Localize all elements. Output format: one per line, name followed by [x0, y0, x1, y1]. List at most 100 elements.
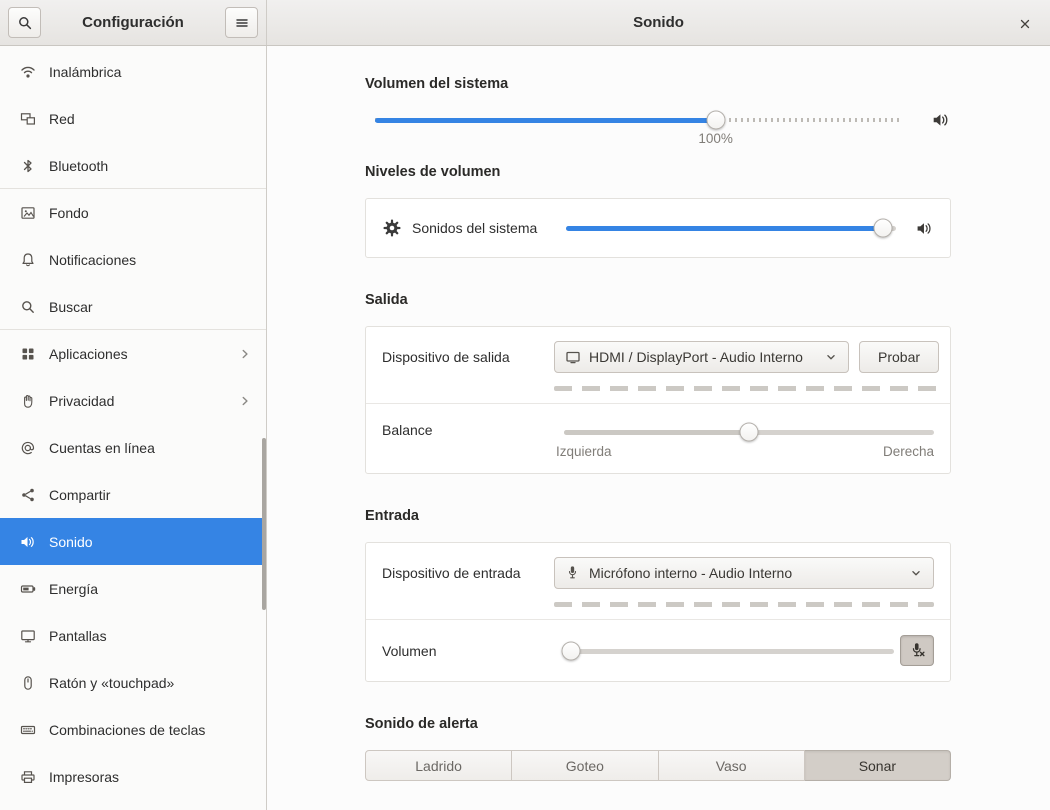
volume-level-label: Sonidos del sistema	[412, 220, 556, 236]
alert-option-vaso[interactable]: Vaso	[659, 750, 805, 781]
sidebar-headerbar: Configuración	[0, 0, 267, 45]
close-button[interactable]	[1012, 11, 1038, 37]
system-volume-section: Volumen del sistema 100%	[365, 76, 951, 130]
input-device-value: Micrófono interno - Audio Interno	[589, 565, 901, 581]
input-device-dropdown[interactable]: Micrófono interno - Audio Interno	[554, 557, 934, 589]
settings-window: Configuración Sonido Inalámbri	[0, 0, 1050, 810]
apps-grid-icon	[20, 346, 36, 362]
sidebar-item-buscar[interactable]: Buscar	[0, 283, 266, 330]
sidebar-item-energia[interactable]: Energía	[0, 565, 266, 612]
network-icon	[20, 111, 36, 127]
system-volume-mute-button[interactable]	[931, 110, 951, 130]
input-level-meter	[554, 602, 934, 607]
sidebar-item-label: Red	[49, 111, 254, 127]
hand-privacy-icon	[20, 393, 36, 409]
balance-left-label: Izquierda	[556, 444, 612, 459]
balance-label: Balance	[382, 420, 554, 440]
wifi-icon	[20, 64, 36, 80]
search-button[interactable]	[8, 7, 41, 38]
system-sounds-slider[interactable]	[566, 218, 896, 238]
microphone-icon	[565, 565, 581, 581]
volume-levels-heading: Niveles de volumen	[365, 164, 951, 180]
balance-row: Balance Izquierda Derecha	[366, 403, 950, 473]
input-section: Entrada Dispositivo de entrada Micrófono…	[365, 508, 951, 682]
output-device-label: Dispositivo de salida	[382, 341, 554, 373]
alert-sound-section: Sonido de alerta Ladrido Goteo Vaso Sona…	[365, 716, 951, 781]
system-volume-heading: Volumen del sistema	[365, 76, 951, 92]
sidebar: Inalámbrica Red Bluetooth Fondo	[0, 46, 267, 810]
chevron-right-icon	[238, 393, 254, 409]
output-level-meter	[554, 386, 939, 391]
menu-button[interactable]	[225, 7, 258, 38]
sidebar-item-privacidad[interactable]: Privacidad	[0, 377, 266, 424]
slider-fill	[375, 118, 716, 123]
input-mute-button[interactable]	[900, 635, 934, 666]
alert-sound-heading: Sonido de alerta	[365, 716, 951, 732]
battery-icon	[20, 581, 36, 597]
sidebar-item-bluetooth[interactable]: Bluetooth	[0, 142, 266, 189]
at-symbol-icon	[20, 440, 36, 456]
sidebar-item-combinaciones-teclas[interactable]: Combinaciones de teclas	[0, 706, 266, 753]
sidebar-item-pantallas[interactable]: Pantallas	[0, 612, 266, 659]
speaker-icon	[20, 534, 36, 550]
system-sounds-mute-button[interactable]	[914, 218, 934, 238]
input-volume-row: Volumen	[366, 619, 950, 681]
chevron-right-icon	[238, 346, 254, 362]
sidebar-item-inalambrica[interactable]: Inalámbrica	[0, 48, 266, 95]
output-device-value: HDMI / DisplayPort - Audio Interno	[589, 349, 816, 365]
sidebar-item-label: Energía	[49, 581, 254, 597]
sidebar-item-label: Buscar	[49, 299, 254, 315]
slider-handle[interactable]	[873, 219, 892, 238]
alert-option-goteo[interactable]: Goteo	[512, 750, 658, 781]
slider-handle[interactable]	[740, 423, 759, 442]
input-device-row: Dispositivo de entrada Micrófono interno…	[366, 543, 950, 619]
test-speakers-button[interactable]: Probar	[859, 341, 939, 373]
output-device-dropdown[interactable]: HDMI / DisplayPort - Audio Interno	[554, 341, 849, 373]
slider-track	[564, 649, 894, 654]
sidebar-item-sonido[interactable]: Sonido	[0, 518, 266, 565]
titlebar: Configuración Sonido	[0, 0, 1050, 46]
slider-fill	[566, 226, 883, 231]
sidebar-item-label: Privacidad	[49, 393, 225, 409]
sidebar-item-label: Notificaciones	[49, 252, 254, 268]
sidebar-item-raton-touchpad[interactable]: Ratón y «touchpad»	[0, 659, 266, 706]
input-volume-slider[interactable]	[564, 641, 894, 661]
sidebar-item-cuentas-en-linea[interactable]: Cuentas en línea	[0, 424, 266, 471]
sidebar-item-label: Aplicaciones	[49, 346, 225, 362]
slider-handle[interactable]	[561, 641, 580, 660]
slider-fill	[564, 430, 749, 435]
sidebar-scrollbar[interactable]	[262, 438, 266, 610]
output-section: Salida Dispositivo de salida HDMI / Disp…	[365, 292, 951, 474]
bell-icon	[20, 252, 36, 268]
printer-icon	[20, 769, 36, 785]
microphone-muted-icon	[909, 642, 926, 659]
search-icon	[17, 15, 33, 31]
sidebar-item-aplicaciones[interactable]: Aplicaciones	[0, 330, 266, 377]
mouse-icon	[20, 675, 36, 691]
balance-slider[interactable]	[564, 422, 934, 442]
chevron-down-icon	[824, 350, 838, 364]
sidebar-item-label: Impresoras	[49, 769, 254, 785]
volume-levels-section: Niveles de volumen Sonidos del sistema	[365, 164, 951, 258]
sidebar-item-notificaciones[interactable]: Notificaciones	[0, 236, 266, 283]
alert-option-ladrido[interactable]: Ladrido	[365, 750, 512, 781]
system-volume-slider[interactable]: 100%	[375, 110, 899, 130]
alert-option-sonar[interactable]: Sonar	[805, 750, 951, 781]
sidebar-item-label: Bluetooth	[49, 158, 254, 174]
sidebar-item-compartir[interactable]: Compartir	[0, 471, 266, 518]
volume-high-icon	[932, 111, 950, 129]
sidebar-item-impresoras[interactable]: Impresoras	[0, 753, 266, 800]
sidebar-item-label: Pantallas	[49, 628, 254, 644]
sidebar-item-label: Sonido	[49, 534, 254, 550]
input-device-label: Dispositivo de entrada	[382, 557, 554, 589]
close-icon	[1018, 17, 1032, 31]
hamburger-icon	[234, 15, 250, 31]
input-volume-label: Volumen	[382, 643, 554, 659]
search-icon	[20, 299, 36, 315]
sidebar-item-red[interactable]: Red	[0, 95, 266, 142]
sidebar-item-label: Fondo	[49, 205, 254, 221]
slider-handle[interactable]	[706, 111, 725, 130]
sidebar-item-fondo[interactable]: Fondo	[0, 189, 266, 236]
sidebar-item-label: Cuentas en línea	[49, 440, 254, 456]
volume-level-row: Sonidos del sistema	[366, 199, 950, 257]
